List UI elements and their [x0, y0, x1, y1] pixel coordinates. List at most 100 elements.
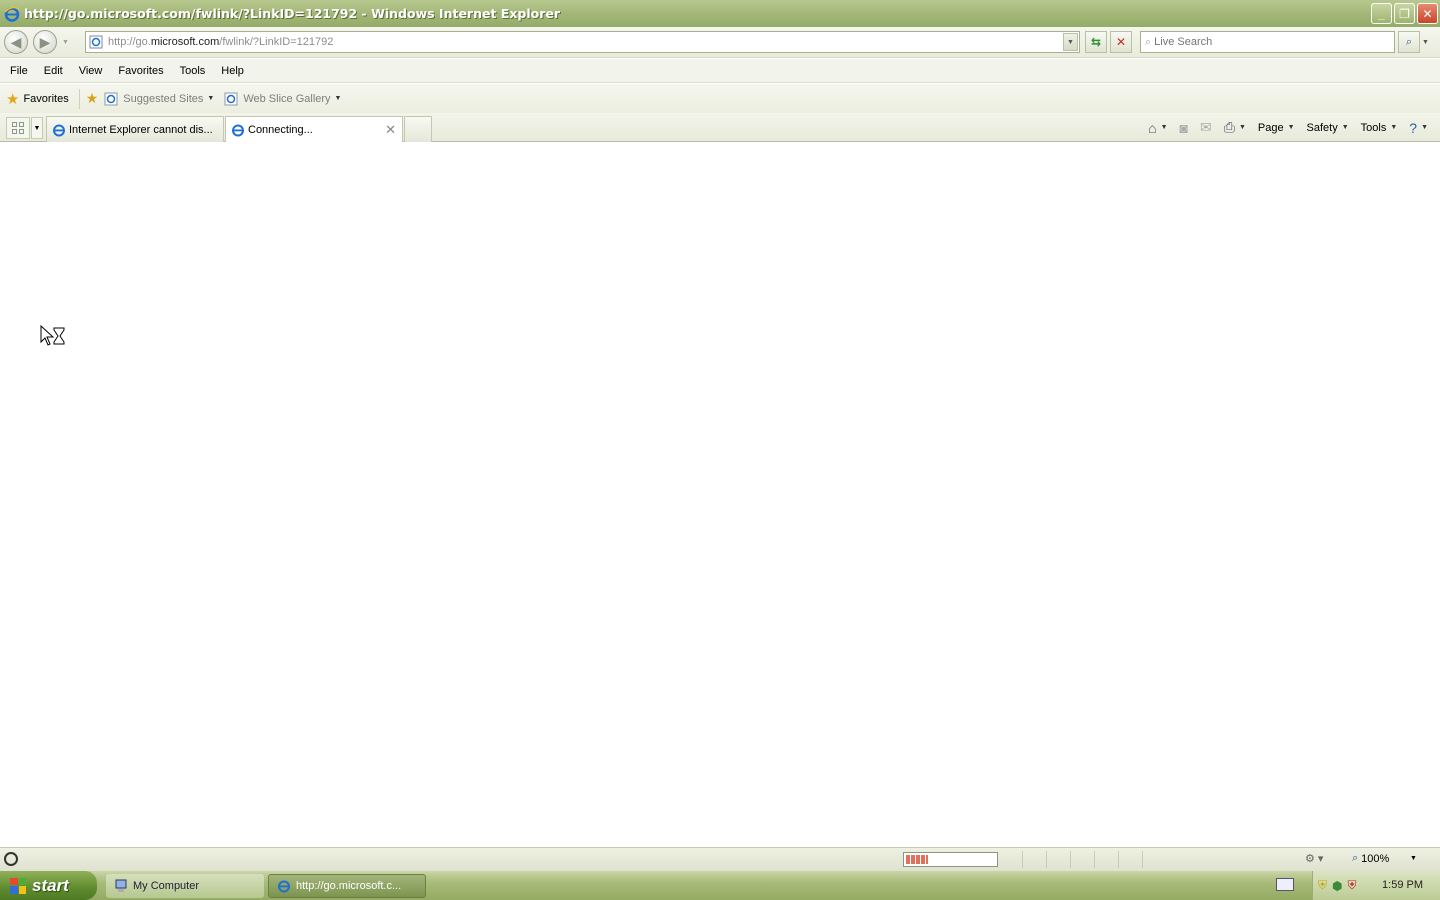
- address-toolbar: ◀ ▶ ▼ http://go.microsoft.com/fwlink/?Li…: [0, 27, 1440, 58]
- start-label: start: [32, 875, 69, 895]
- search-options-dropdown[interactable]: ▼: [1422, 39, 1429, 46]
- tab-connecting[interactable]: Connecting... ✕: [225, 116, 403, 142]
- system-tray: ⛨ ⬢ ⛨ 1:59 PM: [1312, 871, 1440, 900]
- ie-tab-icon: [53, 124, 65, 136]
- stop-icon: ✕: [1115, 35, 1127, 49]
- address-dropdown-button[interactable]: ▼: [1063, 33, 1078, 51]
- ie-tab-icon: [232, 124, 244, 136]
- back-button[interactable]: ◀: [4, 30, 28, 54]
- url-prefix: http://go.: [108, 36, 151, 48]
- recent-pages-dropdown[interactable]: ▼: [62, 39, 69, 46]
- tab-list-dropdown[interactable]: ▼: [31, 117, 43, 139]
- favorites-button[interactable]: ★ Favorites: [6, 90, 69, 108]
- chevron-down-icon: ▼: [1341, 124, 1349, 131]
- computer-icon: [115, 879, 127, 892]
- stop-button[interactable]: ✕: [1110, 31, 1132, 53]
- network-icon[interactable]: ⬢: [1332, 879, 1342, 893]
- menu-edit[interactable]: Edit: [36, 65, 71, 77]
- status-separator: [1094, 851, 1095, 868]
- start-button[interactable]: start: [0, 871, 97, 900]
- ie-logo-icon: [4, 6, 20, 22]
- tools-menu-label: Tools: [1360, 121, 1387, 134]
- quick-tabs-button[interactable]: [6, 117, 30, 139]
- page-menu-label: Page: [1257, 121, 1284, 134]
- status-separator: [1142, 851, 1143, 868]
- back-arrow-icon: ◀: [10, 33, 22, 50]
- forward-arrow-icon: ▶: [39, 33, 51, 50]
- menu-help[interactable]: Help: [213, 65, 252, 77]
- mail-icon: ✉: [1200, 119, 1212, 135]
- menu-tools[interactable]: Tools: [172, 65, 214, 77]
- loading-clock-icon: [4, 852, 18, 866]
- refresh-button[interactable]: ⇆: [1085, 31, 1107, 53]
- taskbar-item-internet-explorer[interactable]: http://go.microsoft.c...: [268, 874, 426, 898]
- search-input[interactable]: [1154, 36, 1375, 48]
- keyboard-language-icon[interactable]: [1276, 878, 1294, 891]
- antivirus-shield-icon[interactable]: ⛨: [1348, 878, 1357, 893]
- status-separator: [1070, 851, 1071, 868]
- favlink-label: Suggested Sites: [123, 92, 204, 105]
- busy-cursor-icon: [40, 325, 65, 346]
- forward-button[interactable]: ▶: [33, 30, 57, 54]
- protected-mode-button[interactable]: ⚙ ▾: [1305, 852, 1323, 865]
- safety-menu[interactable]: Safety ▼: [1307, 122, 1349, 134]
- url-path: /fwlink/?LinkID=121792: [219, 36, 334, 48]
- chevron-down-icon: ▼: [1390, 124, 1398, 131]
- security-shield-icon[interactable]: ⛨: [1318, 878, 1327, 893]
- page-icon: [89, 35, 103, 49]
- address-bar[interactable]: http://go.microsoft.com/fwlink/?LinkID=1…: [85, 31, 1080, 53]
- clock: 1:59 PM: [1382, 879, 1423, 891]
- chevron-down-icon: ▼: [1238, 124, 1246, 131]
- close-tab-icon[interactable]: ✕: [385, 122, 396, 138]
- status-separator: [1022, 851, 1023, 868]
- menu-bar: File Edit View Favorites Tools Help: [0, 59, 1440, 83]
- minimize-icon[interactable]: _: [1371, 3, 1392, 24]
- safety-menu-label: Safety: [1306, 121, 1338, 134]
- print-button[interactable]: ⎙ ▼: [1224, 119, 1246, 136]
- chevron-down-icon: ▼: [334, 95, 342, 102]
- restore-icon[interactable]: ❐: [1394, 3, 1415, 24]
- home-button[interactable]: ⌂ ▼: [1148, 120, 1167, 136]
- search-button[interactable]: ⌕: [1398, 31, 1420, 53]
- title-bar: http://go.microsoft.com/fwlink/?LinkID=1…: [0, 0, 1440, 27]
- read-mail-button[interactable]: ✉: [1200, 119, 1212, 136]
- favlink-suggested-sites[interactable]: Suggested Sites ▼: [104, 92, 214, 106]
- menu-file[interactable]: File: [2, 65, 36, 77]
- progress-bar: [903, 852, 998, 867]
- help-icon: ?: [1409, 119, 1418, 136]
- favorites-bar: ★ Favorites ★ Suggested Sites ▼ Web Slic…: [0, 84, 1440, 113]
- favlink-label: Web Slice Gallery: [243, 92, 331, 105]
- search-box[interactable]: ⌕: [1140, 31, 1395, 53]
- favlink-web-slice-gallery[interactable]: Web Slice Gallery ▼: [224, 92, 341, 106]
- favorites-star-icon: ★: [6, 90, 20, 108]
- zoom-dropdown[interactable]: ▼: [1410, 855, 1417, 862]
- ie-page-icon: [104, 92, 118, 105]
- page-content[interactable]: [0, 142, 1440, 846]
- chevron-down-icon: ▼: [207, 95, 215, 102]
- security-zone-icon: ⚙ ▾: [1305, 853, 1324, 865]
- menu-view[interactable]: View: [71, 65, 111, 77]
- zoom-button[interactable]: ⌕ 100%: [1352, 852, 1389, 865]
- printer-icon: ⎙: [1223, 119, 1235, 135]
- page-menu[interactable]: Page ▼: [1258, 122, 1295, 134]
- tools-menu[interactable]: Tools ▼: [1361, 122, 1398, 134]
- progress-fill: [906, 855, 929, 864]
- tab-row: ▼ Internet Explorer cannot dis... Connec…: [0, 113, 1440, 142]
- taskbar-item-my-computer[interactable]: My Computer: [106, 874, 264, 898]
- url-domain: microsoft.com: [150, 36, 220, 48]
- chevron-down-icon: ▼: [1421, 124, 1428, 131]
- close-icon[interactable]: ✕: [1417, 3, 1438, 24]
- window-controls: _ ❐ ✕: [1371, 3, 1438, 24]
- tab-label: Internet Explorer cannot dis...: [69, 123, 213, 136]
- window-title: http://go.microsoft.com/fwlink/?LinkID=1…: [24, 6, 561, 21]
- add-to-favorites-bar-icon[interactable]: ★: [86, 90, 99, 107]
- ie-icon: [278, 880, 290, 893]
- search-provider-icon: ⌕: [1145, 35, 1152, 48]
- new-tab-button[interactable]: [404, 116, 432, 142]
- feeds-button[interactable]: ◙: [1180, 120, 1188, 136]
- rss-feed-icon: ◙: [1179, 119, 1188, 136]
- help-button[interactable]: ? ▼: [1409, 120, 1428, 136]
- tab-cannot-display[interactable]: Internet Explorer cannot dis...: [46, 116, 224, 142]
- command-bar: ⌂ ▼ ◙ ✉ ⎙ ▼ Page ▼ Safety ▼ Tools ▼ ? ▼: [1148, 113, 1440, 142]
- menu-favorites[interactable]: Favorites: [110, 65, 171, 77]
